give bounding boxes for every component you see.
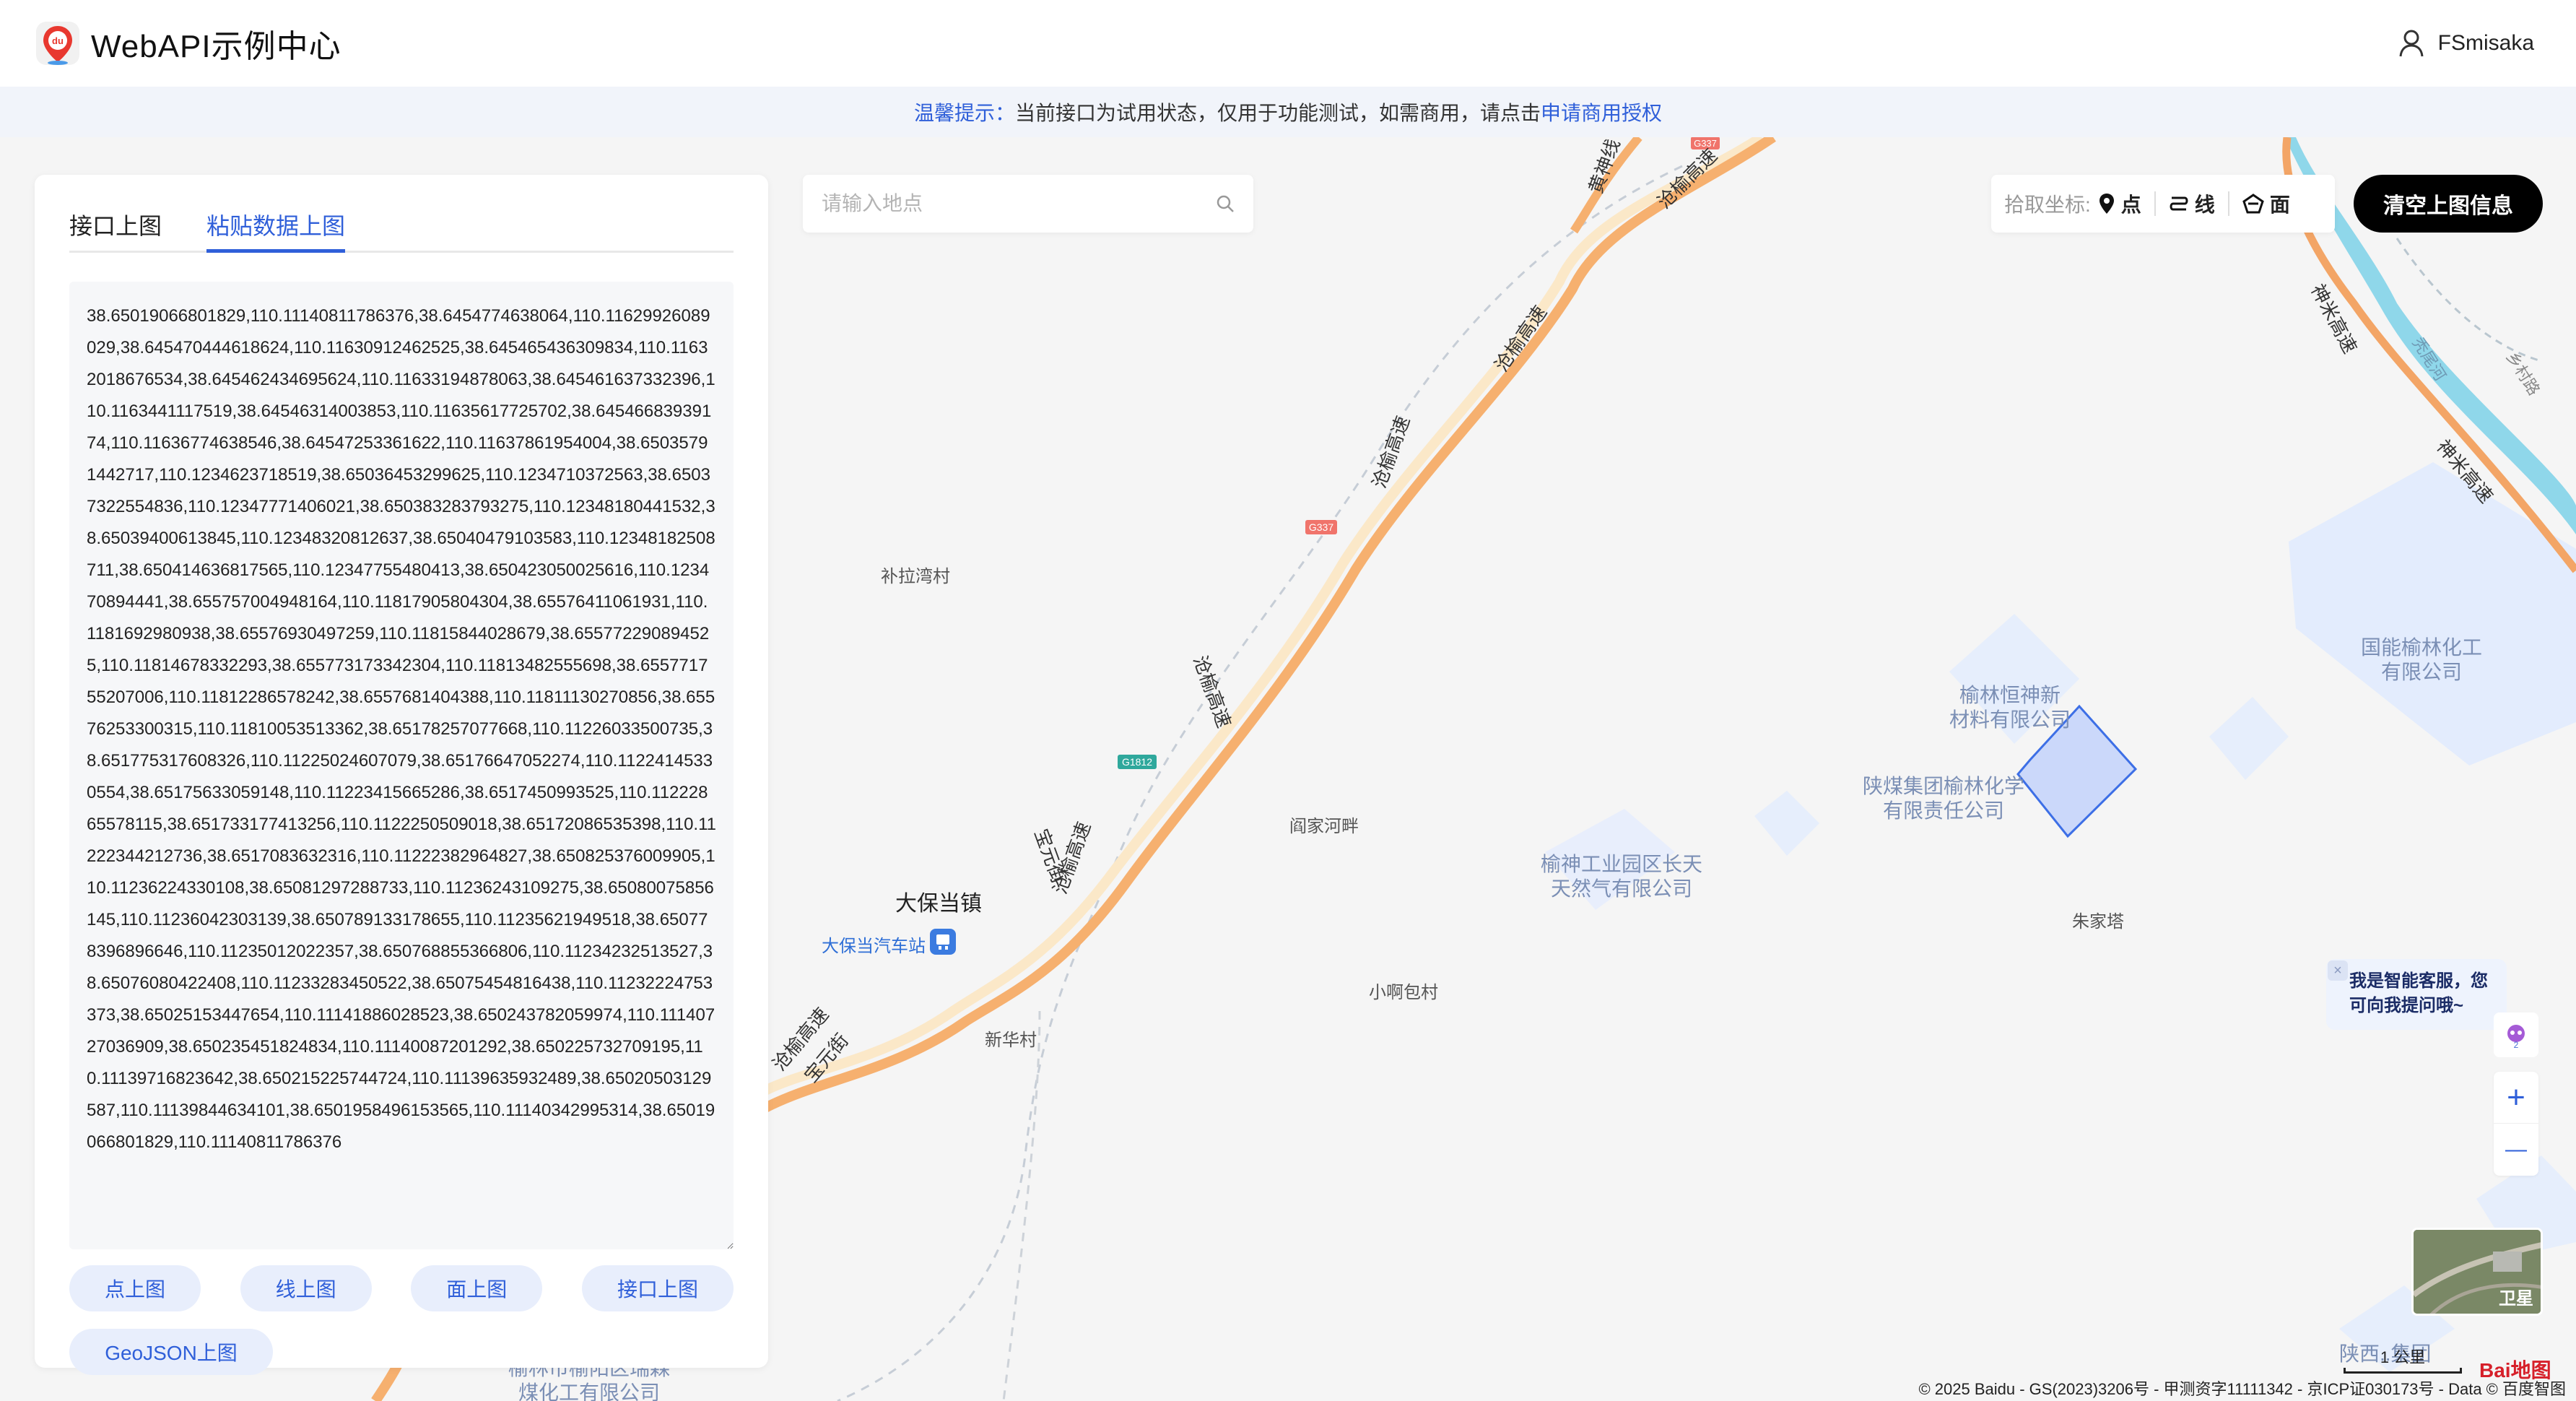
plot-buttons-row: 点上图 线上图 面上图 接口上图 <box>69 1265 734 1311</box>
ai-robot-button[interactable]: 2 <box>2494 1012 2538 1057</box>
coordinate-picker: 拾取坐标: 点 线 面 <box>1991 175 2335 233</box>
plot-line-button[interactable]: 线上图 <box>240 1265 372 1311</box>
scale-bar <box>2344 1368 2462 1374</box>
plot-api-button[interactable]: 接口上图 <box>581 1265 734 1311</box>
plot-geojson-button[interactable]: GeoJSON上图 <box>69 1329 273 1375</box>
notice-message: 当前接口为试用状态，仅用于功能测试，如需商用，请点击 <box>1014 102 1541 124</box>
tab-api-plot[interactable]: 接口上图 <box>69 194 162 253</box>
town-dabaodang: 大保当镇 <box>895 892 982 916</box>
location-search <box>803 175 1253 233</box>
search-icon[interactable] <box>1216 194 1235 213</box>
robot-badge: 2 <box>2514 1040 2519 1049</box>
polyline-icon <box>2170 196 2188 211</box>
close-icon[interactable]: × <box>2328 960 2348 981</box>
assistant-line-1: 我是智能客服，您 <box>2349 971 2488 991</box>
clear-plot-button[interactable]: 清空上图信息 <box>2354 175 2543 233</box>
pick-polygon-button[interactable]: 面 <box>2242 189 2290 218</box>
poi-hengshen: 榆林恒神新 材料有限公司 <box>1949 684 2071 731</box>
satellite-label: 卫星 <box>2499 1289 2533 1309</box>
village-xiaoabao: 小啊包村 <box>1369 983 1438 1002</box>
zoom-in-button[interactable]: + <box>2494 1072 2538 1124</box>
brand-name: WebAPI示例中心 <box>91 29 341 64</box>
picker-divider <box>2227 191 2229 216</box>
notice-bar: 温馨提示： 当前接口为试用状态，仅用于功能测试，如需商用，请点击 申请商用授权 <box>0 87 2576 137</box>
plot-points-button[interactable]: 点上图 <box>69 1265 201 1311</box>
zoom-control: + — <box>2494 1072 2538 1176</box>
poi-changtian: 榆神工业园区长天 天然气有限公司 <box>1541 853 1703 900</box>
village-zhujiata: 朱家塔 <box>2072 912 2124 932</box>
apply-license-link[interactable]: 申请商用授权 <box>1541 97 1662 126</box>
coordinates-textarea[interactable]: 38.65019066801829,110.11140811786376,38.… <box>69 282 734 1249</box>
data-panel: 接口上图 粘贴数据上图 38.65019066801829,110.111408… <box>35 175 768 1375</box>
village-xinhua: 新华村 <box>985 1031 1037 1050</box>
map-scale: 1 公里 <box>2344 1345 2462 1374</box>
polygon-icon <box>2242 194 2264 214</box>
assistant-line-2: 可向我提问哦~ <box>2349 996 2464 1015</box>
top-header: du WebAPI示例中心 FSmisaka <box>0 0 2576 87</box>
satellite-toggle[interactable]: 卫星 <box>2411 1228 2543 1316</box>
logo-text: du <box>52 35 64 46</box>
village-yanjiahepan: 阎家河畔 <box>1289 817 1359 836</box>
scale-text: 1 公里 <box>2380 1348 2426 1366</box>
shield-g337: G337 <box>1309 521 1333 533</box>
plot-buttons-row-2: GeoJSON上图 <box>69 1329 734 1375</box>
station-dabaodang: 大保当汽车站 <box>822 937 926 956</box>
shield-g1812: G1812 <box>1122 756 1152 768</box>
poi-guoneng: 国能榆林化工 有限公司 <box>2361 636 2483 683</box>
ai-assistant-bubble[interactable]: × 我是智能客服，您 可向我提问哦~ <box>2326 959 2507 1030</box>
pick-line-button[interactable]: 线 <box>2169 189 2215 218</box>
data-textarea-wrapper: 38.65019066801829,110.11140811786376,38.… <box>69 282 734 1249</box>
notice-prefix: 温馨提示： <box>913 102 1015 124</box>
tab-paste-data-plot[interactable]: 粘贴数据上图 <box>206 194 346 253</box>
user-icon <box>2399 30 2424 57</box>
map-pin-icon <box>2099 194 2114 214</box>
map-copyright: © 2025 Baidu - GS(2023)3206号 - 甲测资字11111… <box>1918 1380 2566 1398</box>
brand[interactable]: du WebAPI示例中心 <box>35 20 341 66</box>
pick-point-button[interactable]: 点 <box>2098 189 2141 218</box>
picker-label: 拾取坐标: <box>2004 194 2091 216</box>
village-bulawan: 补拉湾村 <box>881 567 950 586</box>
baidu-map-logo-icon: du <box>35 20 81 66</box>
picker-divider <box>2154 191 2156 216</box>
poi-shanmei: 陕煤集团榆林化学 有限责任公司 <box>1863 775 2025 822</box>
user-menu[interactable]: FSmisaka <box>2399 30 2534 57</box>
panel-tabs: 接口上图 粘贴数据上图 <box>69 194 734 253</box>
search-input[interactable] <box>822 192 1216 215</box>
username: FSmisaka <box>2437 31 2534 55</box>
plot-polygon-button[interactable]: 面上图 <box>411 1265 543 1311</box>
robot-icon: 2 <box>2507 1025 2525 1049</box>
zoom-out-button[interactable]: — <box>2494 1124 2538 1176</box>
